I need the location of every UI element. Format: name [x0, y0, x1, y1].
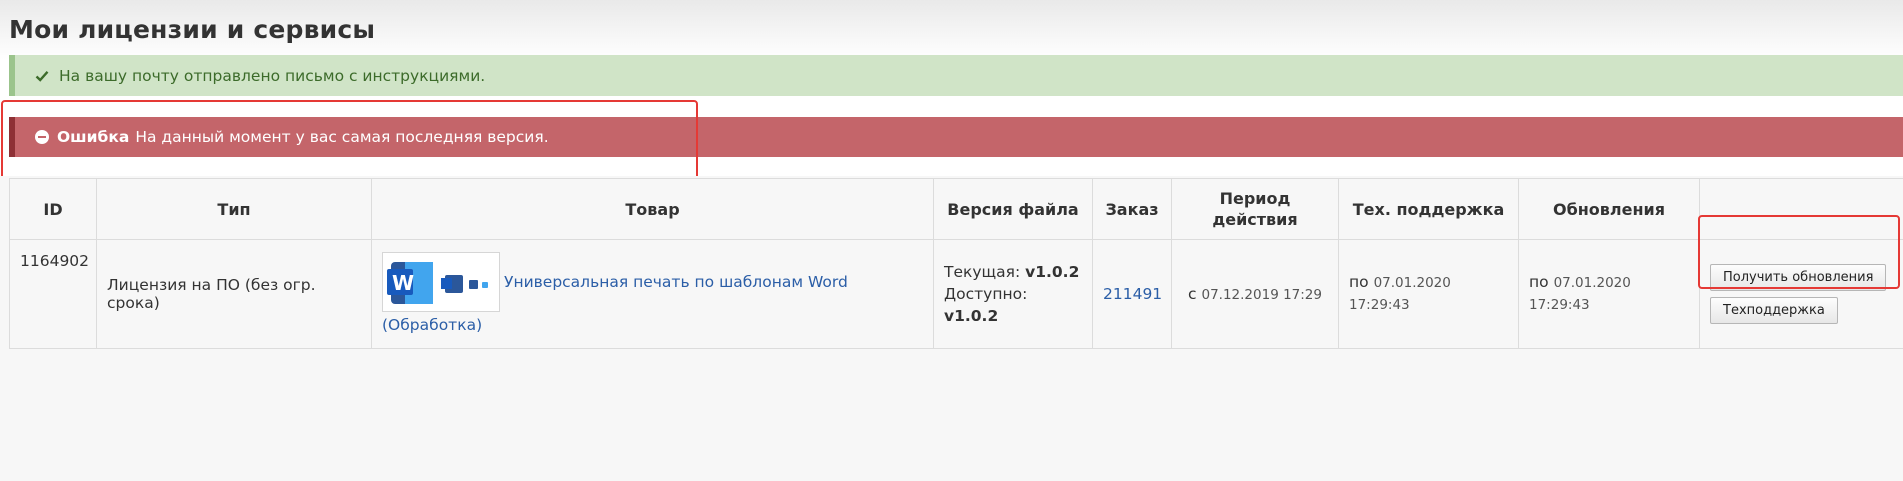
get-updates-button[interactable]: Получить обновления	[1710, 264, 1887, 291]
page-title: Мои лицензии и сервисы	[9, 15, 376, 44]
header-type: Тип	[96, 178, 372, 240]
product-type-link[interactable]: (Обработка)	[382, 314, 923, 336]
header-actions	[1699, 178, 1903, 240]
current-version-label: Текущая:	[944, 263, 1021, 281]
header-id: ID	[9, 178, 97, 240]
cell-product: W Универсальная печать по шаблонам Word …	[371, 239, 934, 349]
cell-id: 1164902	[9, 239, 97, 349]
header-file-version: Версия файла	[933, 178, 1093, 240]
cell-file-version: Текущая: v1.0.2 Доступно: v1.0.2	[933, 239, 1093, 349]
period-prefix: с	[1188, 285, 1197, 303]
cell-actions: Получить обновления Техподдержка	[1699, 239, 1903, 349]
updates-prefix: по	[1529, 273, 1549, 291]
minus-circle-icon	[35, 130, 49, 144]
success-alert: На вашу почту отправлено письмо с инстру…	[9, 55, 1903, 96]
header-support: Тех. поддержка	[1338, 178, 1519, 240]
cell-type: Лицензия на ПО (без огр. срока)	[96, 239, 372, 349]
success-alert-text: На вашу почту отправлено письмо с инстру…	[59, 66, 486, 85]
cell-updates: по 07.01.2020 17:29:43	[1518, 239, 1700, 349]
header-product: Товар	[371, 178, 934, 240]
cell-support: по 07.01.2020 17:29:43	[1338, 239, 1519, 349]
product-link[interactable]: Универсальная печать по шаблонам Word	[504, 271, 848, 293]
order-link[interactable]: 211491	[1103, 285, 1162, 303]
word-app-icon[interactable]: W	[382, 252, 500, 312]
check-icon	[35, 70, 49, 82]
header-period-line2: действия	[1212, 210, 1298, 229]
error-alert-label: Ошибка	[57, 128, 130, 146]
svg-text:W: W	[392, 271, 414, 295]
support-button[interactable]: Техподдержка	[1710, 297, 1838, 324]
support-prefix: по	[1349, 273, 1369, 291]
error-alert: Ошибка На данный момент у вас самая посл…	[9, 117, 1903, 157]
cell-order: 211491	[1092, 239, 1172, 349]
cell-period: с 07.12.2019 17:29	[1171, 239, 1339, 349]
header-updates: Обновления	[1518, 178, 1700, 240]
available-version-value: v1.0.2	[944, 307, 999, 325]
header-period-line1: Период	[1219, 189, 1291, 208]
available-version-label: Доступно:	[944, 285, 1028, 303]
header-order: Заказ	[1092, 178, 1172, 240]
period-date: 07.12.2019 17:29	[1201, 287, 1322, 303]
current-version-value: v1.0.2	[1025, 263, 1080, 281]
licenses-table: ID Тип Товар Версия файла Заказ Период д…	[9, 178, 1903, 349]
table-row: 1164902 Лицензия на ПО (без огр. срока) …	[9, 239, 1903, 349]
error-alert-text: На данный момент у вас самая последняя в…	[135, 128, 549, 146]
header-period: Период действия	[1171, 178, 1339, 240]
table-header-row: ID Тип Товар Версия файла Заказ Период д…	[9, 178, 1903, 240]
page: Мои лицензии и сервисы На вашу почту отп…	[0, 0, 1903, 481]
